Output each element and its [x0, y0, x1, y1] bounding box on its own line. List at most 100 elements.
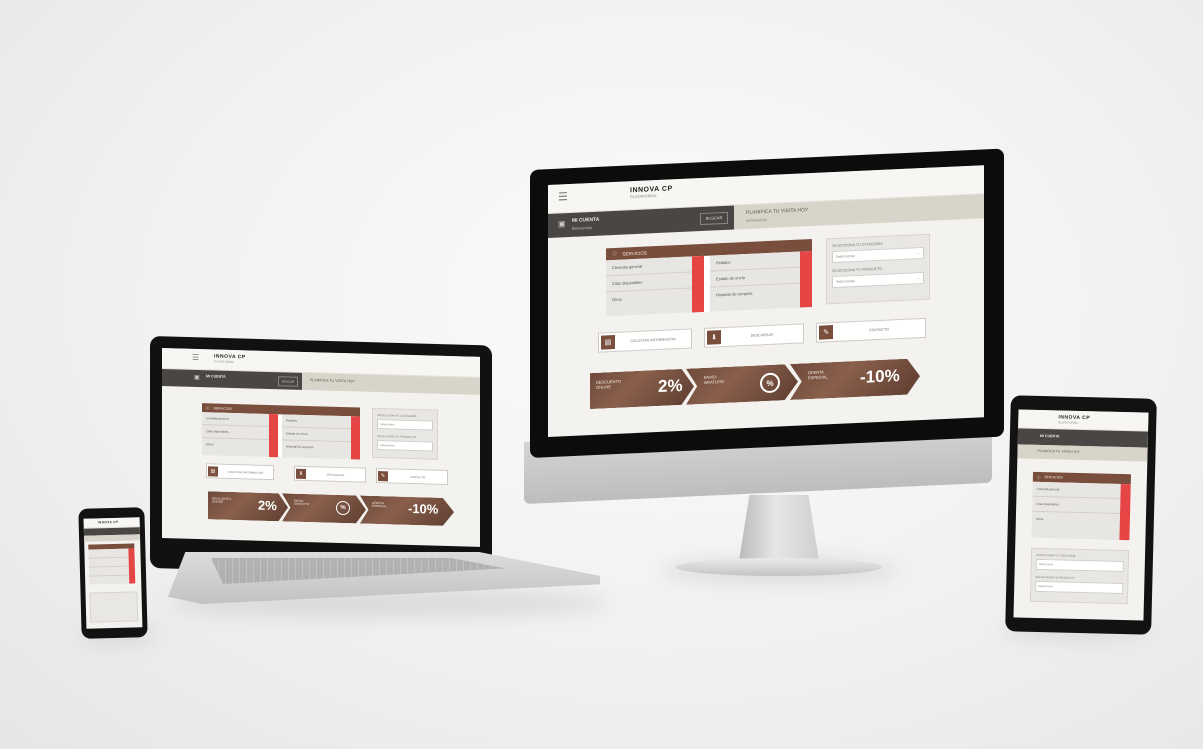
site-logo[interactable]: INNOVA CP — [98, 520, 119, 525]
banner-caption: OFERTA ESPECIAL — [808, 369, 828, 380]
list-item[interactable]: Otros — [1032, 512, 1120, 528]
hamburger-icon[interactable]: ☰ — [558, 191, 568, 203]
chevron-down-icon: ⌄ — [916, 251, 920, 256]
button-label: SOLICITAR INFORMACIÓN — [630, 337, 676, 344]
services-title: SERVICIOS — [213, 405, 232, 411]
document-icon: ▤ — [601, 334, 615, 350]
info-request-button[interactable]: ▤ SOLICITAR INFORMACIÓN — [598, 328, 692, 353]
button-label: DESCARGAS — [326, 472, 345, 477]
phone-screen: INNOVA CP — [83, 517, 143, 629]
filter-label: SELECCIONA TU CATEGORÍA — [1035, 552, 1076, 558]
info-icon: ⓘ — [206, 406, 210, 411]
list-item[interactable]: Otros — [202, 438, 278, 452]
info-icon: ⓘ — [1036, 475, 1041, 480]
product-select[interactable]: Seleccionar — [1035, 580, 1124, 595]
banner-segment-offer[interactable]: OFERTA ESPECIAL -10% — [790, 358, 920, 400]
banner-caption: DESCUENTO ONLINE — [596, 378, 622, 390]
logo-tagline: PLATAFORMA — [630, 193, 657, 200]
contact-button[interactable]: ✎ CONTACTO — [816, 317, 926, 343]
account-label: MI CUENTA — [572, 216, 600, 224]
banner-value: 2% — [258, 497, 277, 514]
services-title: SERVICIOS — [1044, 475, 1063, 480]
percent-badge-icon: % — [760, 372, 780, 393]
banner-value: -10% — [408, 500, 439, 517]
banner-segment-discount[interactable]: DESCUENTO ONLINE 2% — [590, 368, 694, 409]
services-left-column — [88, 548, 130, 585]
banner-segment-shipping[interactable]: ENVÍO GRATUITO % — [282, 493, 366, 523]
shadow-laptop — [170, 590, 610, 616]
filter-sidebar — [89, 591, 139, 623]
percent-badge-icon: % — [336, 501, 350, 515]
services-panel — [88, 543, 136, 585]
site-logo[interactable]: INNOVA CP PLATAFORMA — [1058, 414, 1090, 425]
banner-segment-discount[interactable]: DESCUENTO ONLINE 2% — [208, 491, 288, 521]
account-sub: Bienvenido — [572, 225, 592, 231]
search-button[interactable]: BUSCAR — [700, 211, 728, 226]
left-column-tab[interactable] — [269, 413, 278, 458]
user-icon: ▣ — [194, 374, 200, 382]
promo-banner: DESCUENTO ONLINE 2% ENVÍO GRATUITO % OFE… — [208, 491, 454, 526]
button-label: CONTACTO — [869, 327, 889, 333]
select-value: Seleccionar — [836, 279, 855, 284]
select-value: Seleccionar — [836, 254, 855, 259]
shadow-monitor — [660, 560, 900, 582]
filter-sidebar: SELECCIONA TU CATEGORÍA Seleccionar SELE… — [1029, 547, 1130, 605]
select-value: Seleccionar — [380, 422, 395, 427]
banner-caption: ENVÍO GRATUITO — [294, 498, 310, 507]
info-icon: ⓘ — [612, 250, 617, 257]
site-logo[interactable]: INNOVA CP PLATAFORMA — [214, 353, 246, 364]
download-icon: ⬇ — [707, 330, 721, 345]
promo-section: PLANIFICA TU VISITA HOY — [302, 372, 480, 395]
right-column-tab[interactable] — [351, 416, 360, 460]
category-select[interactable]: Seleccionar — [377, 419, 433, 431]
smartphone: INNOVA CP — [78, 507, 148, 639]
button-label: SOLICITAR INFORMACIÓN — [227, 469, 264, 475]
list-item[interactable] — [88, 566, 130, 577]
list-item[interactable]: Historial de compras — [710, 283, 812, 303]
logo-tagline: PLATAFORMA — [1058, 420, 1079, 425]
banner-caption: ENVÍO GRATUITO — [704, 374, 725, 385]
account-section[interactable]: ▣ MI CUENTA BUSCAR — [162, 369, 302, 390]
site-logo[interactable]: INNOVA CP PLATAFORMA — [630, 185, 673, 199]
promo-banner: DESCUENTO ONLINE 2% ENVÍO GRATUITO % OFE… — [590, 358, 926, 409]
promo-sub: Información — [746, 217, 767, 224]
banner-value: -10% — [860, 366, 900, 387]
services-left-column: Consulta general Citas disponibles Otros — [606, 255, 704, 317]
promo-section: PLANIFICA TU VISITA HOY — [1017, 444, 1148, 462]
banner-segment-shipping[interactable]: ENVÍO GRATUITO % — [686, 364, 798, 405]
list-item[interactable]: Otros — [606, 288, 704, 307]
info-request-button[interactable]: ▤ SOLICITAR INFORMACIÓN — [206, 463, 274, 481]
product-select[interactable]: Seleccionar — [377, 440, 433, 452]
download-icon: ⬇ — [296, 468, 306, 479]
downloads-button[interactable]: ⬇ DESCARGAS — [294, 465, 366, 483]
category-select[interactable]: Seleccionar ⌄ — [832, 246, 924, 264]
list-item[interactable]: Historial de compras — [282, 440, 360, 454]
right-column-tab[interactable] — [800, 251, 812, 308]
services-panel: ⓘ SERVICIOS Consulta general Citas dispo… — [202, 403, 360, 460]
promo-text: PLANIFICA TU VISITA HOY — [310, 378, 355, 384]
chevron-down-icon: ⌄ — [916, 276, 920, 281]
product-select[interactable]: Seleccionar ⌄ — [832, 271, 924, 289]
services-right-column: Pedidos Estado de envío Historial de com… — [282, 414, 360, 460]
contact-button[interactable]: ✎ CONTACTO — [376, 467, 448, 485]
left-column-tab[interactable] — [1119, 483, 1131, 541]
services-right-column: Pedidos Estado de envío Historial de com… — [710, 251, 812, 312]
select-value: Seleccionar — [1038, 583, 1053, 589]
banner-segment-offer[interactable]: OFERTA ESPECIAL -10% — [360, 496, 454, 527]
left-column-tab[interactable] — [128, 548, 136, 584]
banner-caption: OFERTA ESPECIAL — [372, 500, 387, 509]
downloads-button[interactable]: ⬇ DESCARGAS — [704, 323, 804, 348]
account-label: MI CUENTA — [206, 374, 226, 379]
search-button[interactable]: BUSCAR — [278, 376, 298, 387]
left-column-tab[interactable] — [692, 255, 704, 313]
banner-value: 2% — [658, 375, 683, 397]
filter-label: SELECCIONA TU CATEGORÍA — [377, 413, 417, 419]
hamburger-icon[interactable]: ☰ — [192, 353, 199, 362]
filter-label: SELECCIONA TU PRODUCTO — [377, 434, 417, 440]
filter-sidebar: SELECCIONA TU CATEGORÍA Seleccionar SELE… — [372, 407, 438, 460]
category-select[interactable]: Seleccionar — [1035, 558, 1124, 573]
promo-section — [84, 534, 141, 542]
services-title: SERVICIOS — [622, 250, 647, 257]
tablet-screen: INNOVA CP PLATAFORMA MI CUENTA PLANIFICA… — [1013, 409, 1149, 621]
account-label: MI CUENTA — [1039, 433, 1060, 439]
